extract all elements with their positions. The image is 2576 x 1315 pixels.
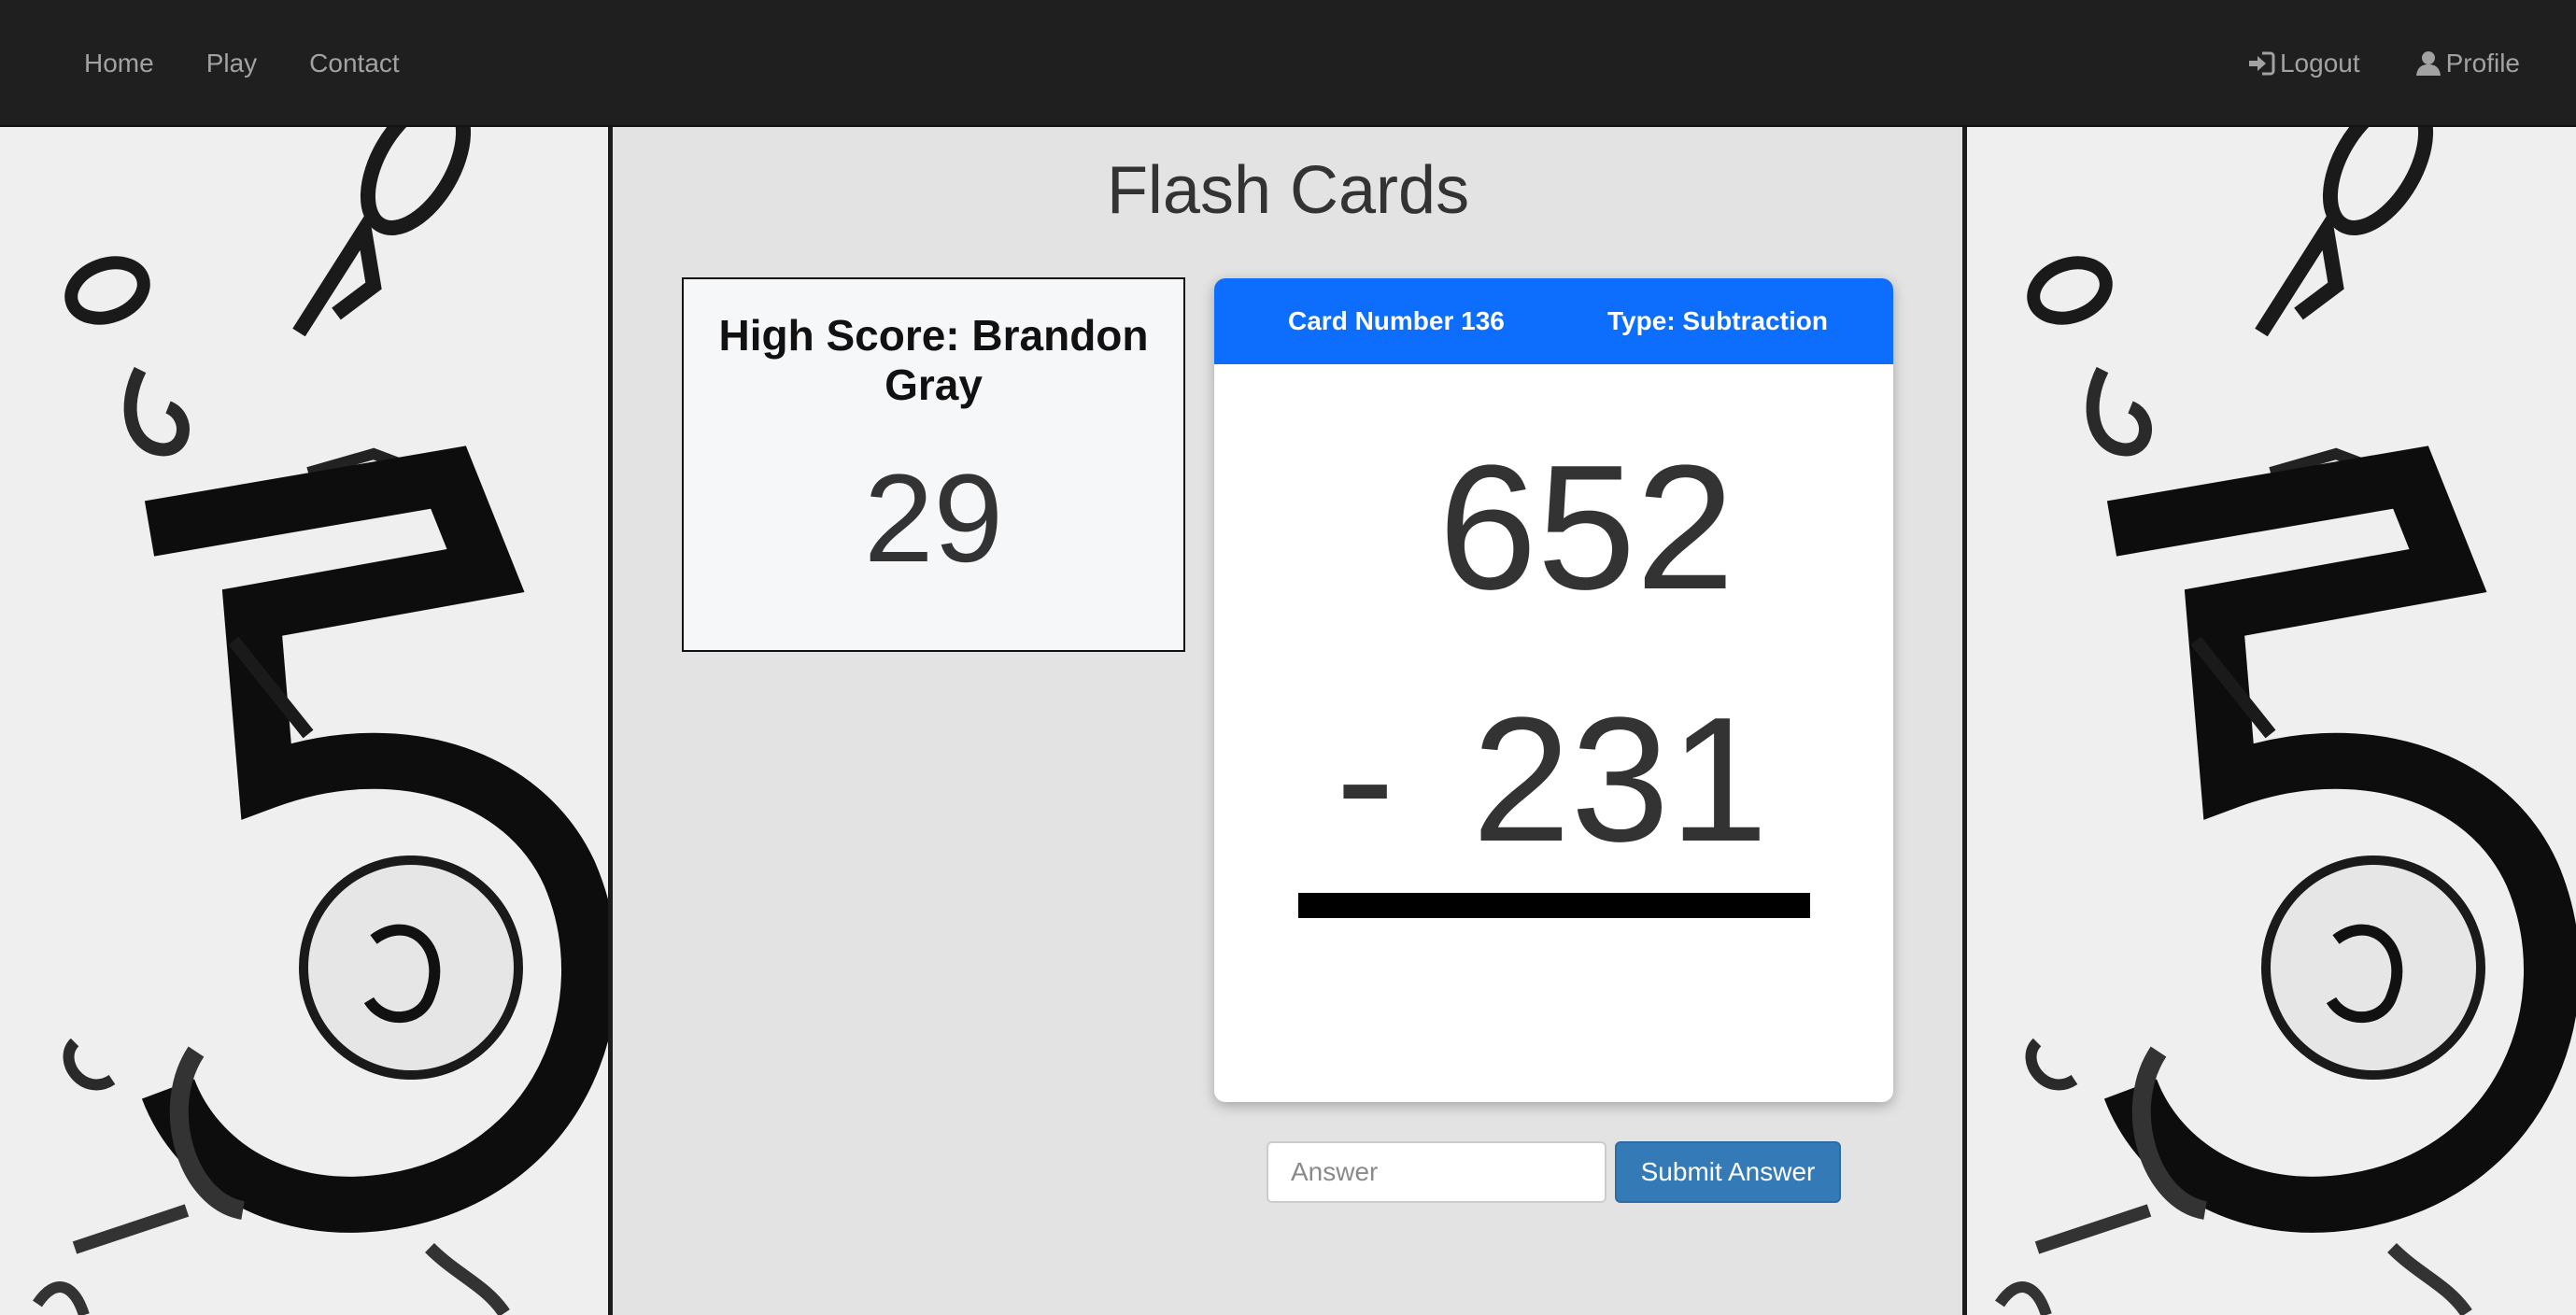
- card-number: Card Number 136: [1288, 306, 1505, 335]
- user-icon: [2415, 51, 2441, 76]
- profile-label: Profile: [2445, 49, 2520, 78]
- operator-sign: -: [1336, 679, 1395, 877]
- logout-link[interactable]: Logout: [2246, 49, 2360, 78]
- profile-link[interactable]: Profile: [2414, 49, 2520, 78]
- nav-right-links: Logout Profile: [2192, 0, 2520, 127]
- sign-in-icon: [2248, 51, 2275, 76]
- top-operand: 652: [1438, 429, 1735, 627]
- card-header: Card Number 136 Type: Subtraction: [1214, 278, 1893, 364]
- logout-label: Logout: [2279, 49, 2360, 78]
- high-score-panel: High Score: Brandon Gray 29: [682, 277, 1185, 652]
- card-type: Type: Subtraction: [1607, 306, 1828, 335]
- high-score-value: 29: [863, 449, 1004, 588]
- answer-input[interactable]: [1267, 1141, 1606, 1203]
- flash-card: Card Number 136 Type: Subtraction 652 - …: [1214, 278, 1893, 1102]
- nav-left-links: Home Play Contact: [84, 0, 452, 127]
- submit-answer-button[interactable]: Submit Answer: [1615, 1141, 1841, 1203]
- nav-contact-link[interactable]: Contact: [309, 49, 400, 78]
- bottom-operand: 231: [1472, 681, 1769, 879]
- page-title: Flash Cards: [1106, 153, 1470, 228]
- navbar: Home Play Contact Logout Profile: [0, 0, 2576, 127]
- right-background-image: [1962, 127, 2576, 1315]
- nav-home-link[interactable]: Home: [84, 49, 154, 78]
- left-background-image: [0, 127, 613, 1315]
- nav-play-link[interactable]: Play: [206, 49, 257, 78]
- high-score-label: High Score: Brandon Gray: [718, 311, 1149, 409]
- answer-line: [1298, 893, 1810, 918]
